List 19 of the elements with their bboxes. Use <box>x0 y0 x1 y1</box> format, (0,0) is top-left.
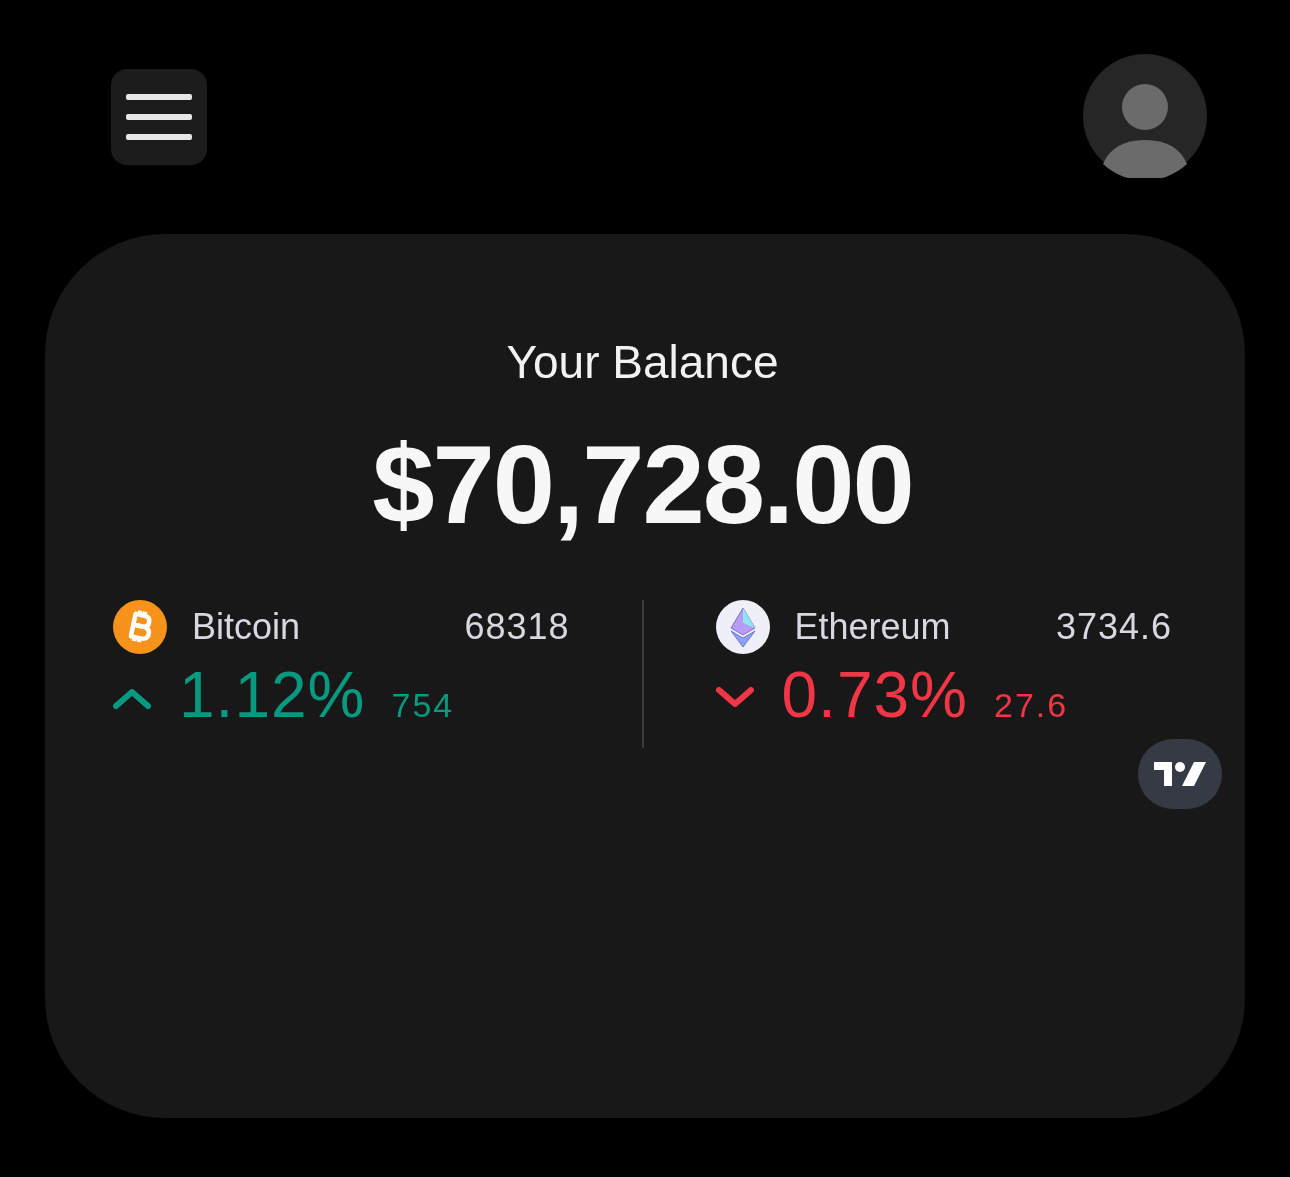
bitcoin-coin-icon <box>113 600 167 654</box>
balance-label: Your Balance <box>505 335 780 390</box>
menu-icon <box>126 92 192 142</box>
coin-price: 68318 <box>464 606 570 648</box>
chevron-down-icon <box>715 687 754 709</box>
menu-button[interactable] <box>111 69 207 165</box>
chevron-up-icon <box>113 687 151 709</box>
price-change: 754 <box>391 686 455 725</box>
percent-change: 1.12% <box>179 658 366 732</box>
ethereum-coin-icon <box>715 600 770 654</box>
coin-name: Ethereum <box>794 606 952 648</box>
avatar-button[interactable] <box>1083 54 1207 178</box>
balance-amount: $70,728.00 <box>371 421 914 549</box>
person-silhouette-icon <box>1083 54 1207 178</box>
coin-price: 3734.6 <box>1055 606 1172 648</box>
logo-icon <box>1154 760 1206 788</box>
percent-change: 0.73% <box>781 658 968 732</box>
price-change: 27.6 <box>993 686 1069 725</box>
coin-name: Bitcoin <box>192 606 302 648</box>
